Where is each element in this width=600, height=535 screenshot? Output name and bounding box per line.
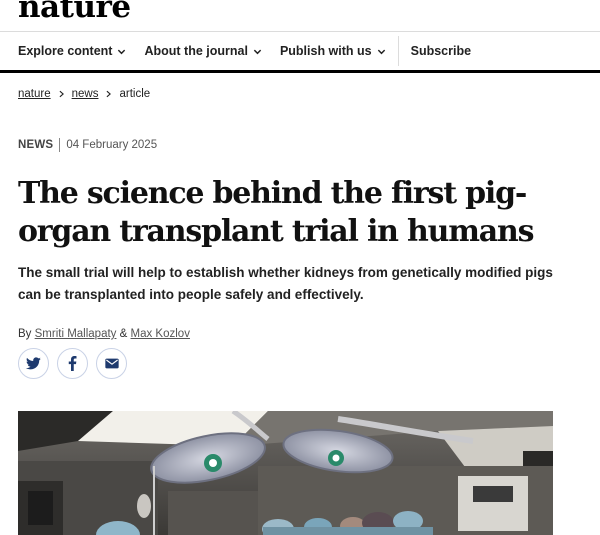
article-title: The science behind the first pig-organ t… bbox=[18, 176, 535, 249]
article-meta: NEWS 04 February 2025 bbox=[18, 138, 157, 152]
operating-room-photo bbox=[18, 411, 553, 535]
author-link[interactable]: Smriti Mallapaty bbox=[35, 328, 117, 340]
chevron-down-icon bbox=[377, 49, 385, 54]
nav-explore-content[interactable]: Explore content bbox=[18, 44, 126, 58]
breadcrumb: nature news article bbox=[18, 88, 150, 100]
twitter-icon bbox=[26, 357, 41, 370]
subscribe-link[interactable]: Subscribe bbox=[411, 44, 471, 58]
by-label: By bbox=[18, 328, 32, 340]
main-nav: Explore content About the journal Publis… bbox=[0, 32, 600, 70]
breadcrumb-current: article bbox=[119, 88, 151, 100]
author-joiner: & bbox=[119, 328, 128, 340]
email-icon bbox=[104, 358, 119, 369]
hero-image bbox=[18, 411, 553, 535]
nav-about-journal-label: About the journal bbox=[144, 44, 248, 58]
breadcrumb-nature[interactable]: nature bbox=[18, 88, 51, 100]
article-standfirst: The small trial will help to establish w… bbox=[18, 265, 553, 302]
chevron-down-icon bbox=[118, 49, 126, 54]
nav-bottom-rule bbox=[0, 70, 600, 73]
subscribe-label: Subscribe bbox=[410, 44, 472, 58]
chevron-right-icon bbox=[59, 90, 64, 98]
chevron-down-icon bbox=[253, 49, 262, 54]
meta-divider bbox=[59, 138, 61, 152]
nav-publish-with-us[interactable]: Publish with us bbox=[280, 44, 386, 58]
nav-publish-with-us-label: Publish with us bbox=[279, 44, 372, 58]
nav-separator bbox=[397, 36, 399, 66]
breadcrumb-news[interactable]: news bbox=[72, 88, 99, 100]
facebook-icon bbox=[68, 356, 77, 371]
nav-explore-content-label: Explore content bbox=[18, 44, 113, 58]
nav-about-journal[interactable]: About the journal bbox=[144, 44, 262, 58]
share-twitter-button[interactable] bbox=[18, 348, 49, 379]
author-link[interactable]: Max Kozlov bbox=[131, 328, 190, 340]
chevron-right-icon bbox=[106, 90, 112, 98]
share-facebook-button[interactable] bbox=[57, 348, 88, 379]
share-buttons bbox=[18, 348, 135, 379]
nature-logo[interactable]: nature bbox=[18, 0, 131, 23]
author-list: By Smriti Mallapaty & Max Kozlov bbox=[18, 328, 190, 340]
article-date: 04 February 2025 bbox=[66, 139, 158, 151]
article-type: NEWS bbox=[18, 139, 54, 151]
share-email-button[interactable] bbox=[96, 348, 127, 379]
